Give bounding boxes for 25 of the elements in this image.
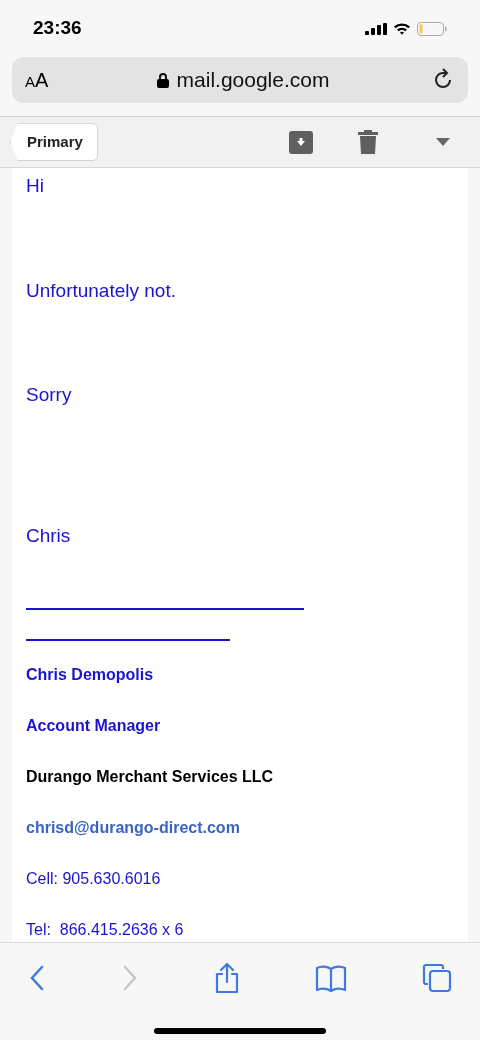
share-icon[interactable] [214,962,240,995]
signature-title: Account Manager [26,716,162,737]
signature-name: Chris Demopolis [26,665,155,686]
phone-number: Cell: 905.630.6016 [26,869,162,890]
message-text: Unfortunately not. [26,278,177,303]
wifi-icon [393,22,411,36]
email-link[interactable]: chrisd@durango-direct.com [26,816,454,841]
battery-icon [417,21,447,36]
phone-number: Tel: 866.415.2636 x 6 [26,920,185,941]
url-text: mail.google.com [176,67,330,94]
tabs-icon[interactable] [422,963,452,994]
address-bar[interactable]: AA mail.google.com [12,57,468,104]
lock-icon [156,72,169,89]
signal-icon [365,22,387,35]
message-text: Hi [26,174,45,199]
back-to-primary-button[interactable]: Primary [10,123,98,162]
trash-icon[interactable] [358,130,378,155]
text-size-button[interactable]: AA [25,65,75,96]
dropdown-caret-icon[interactable] [436,138,450,147]
message-text: Chris [26,523,72,548]
status-time: 23:36 [33,16,82,41]
archive-icon[interactable] [289,130,313,155]
message-text: Sorry [26,383,73,408]
bookmarks-icon[interactable] [315,964,347,993]
company-name: Durango Merchant Services LLC [26,767,275,788]
